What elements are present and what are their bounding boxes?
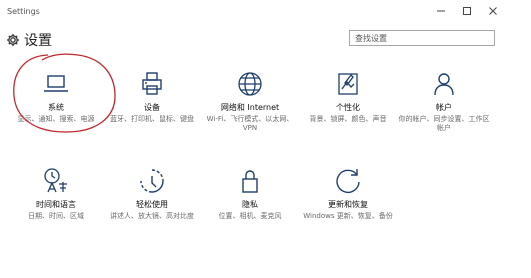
tile-ease-of-access-desc: 讲述人、放大镜、高对比度 — [110, 212, 194, 220]
globe-icon — [238, 72, 262, 96]
tile-network[interactable]: 网络和 Internet Wi-Fi、飞行模式、以太网、VPN — [198, 69, 302, 133]
tile-privacy-desc: 位置、相机、麦克风 — [218, 212, 282, 220]
tile-update-recovery[interactable]: 更新和恢复 Windows 更新、恢复、备份 — [296, 166, 400, 221]
tile-devices-desc: 蓝牙、打印机、鼠标、键盘 — [110, 115, 194, 123]
close-button[interactable] — [482, 3, 504, 19]
gear-icon — [7, 34, 19, 46]
search-input[interactable]: 查找设置 — [349, 30, 495, 46]
tile-time-language[interactable]: 时间和语言 日期、时间、区域 — [4, 166, 108, 221]
tile-accounts-label: 帐户 — [436, 103, 452, 112]
time-language-icon — [44, 168, 67, 193]
maximize-button[interactable] — [456, 3, 478, 19]
tile-system-desc: 显示、通知、搜索、电源 — [17, 115, 95, 123]
tile-personalization-desc: 背景、锁屏、颜色、声音 — [309, 115, 387, 123]
paint-icon — [338, 73, 358, 95]
printer-icon — [142, 72, 162, 95]
minimize-icon — [437, 10, 445, 12]
window-title: Settings — [7, 7, 40, 16]
laptop-icon — [44, 75, 68, 92]
minimize-button[interactable] — [430, 3, 452, 19]
tile-time-language-desc: 日期、时间、区域 — [28, 212, 84, 220]
close-icon — [489, 7, 497, 15]
tile-system-label: 系统 — [48, 103, 64, 112]
tile-ease-of-access-label: 轻松使用 — [136, 200, 168, 209]
tile-network-desc: Wi-Fi、飞行模式、以太网、VPN — [206, 115, 294, 132]
page-title: 设置 — [24, 33, 52, 49]
tile-update-recovery-label: 更新和恢复 — [328, 200, 368, 209]
tile-update-recovery-desc: Windows 更新、恢复、备份 — [303, 212, 393, 220]
tile-privacy[interactable]: 隐私 位置、相机、麦克风 — [198, 166, 302, 221]
tile-personalization-label: 个性化 — [336, 103, 360, 112]
ease-of-access-icon — [140, 169, 164, 193]
title-bar: Settings — [0, 0, 531, 26]
refresh-icon — [336, 169, 360, 194]
tile-ease-of-access[interactable]: 轻松使用 讲述人、放大镜、高对比度 — [100, 166, 204, 221]
tile-devices[interactable]: 设备 蓝牙、打印机、鼠标、键盘 — [100, 69, 204, 124]
person-icon — [434, 73, 454, 96]
tile-accounts-desc: 你的帐户、同步设置、工作区帐户 — [398, 115, 490, 132]
tile-accounts[interactable]: 帐户 你的帐户、同步设置、工作区帐户 — [392, 69, 496, 133]
tile-network-label: 网络和 Internet — [220, 103, 280, 112]
tile-privacy-label: 隐私 — [242, 200, 258, 209]
lock-icon — [242, 170, 258, 193]
maximize-icon — [463, 7, 471, 15]
tile-personalization[interactable]: 个性化 背景、锁屏、颜色、声音 — [296, 69, 400, 124]
tile-devices-label: 设备 — [144, 103, 160, 112]
search-placeholder: 查找设置 — [355, 34, 387, 43]
tile-time-language-label: 时间和语言 — [36, 200, 76, 209]
tile-system[interactable]: 系统 显示、通知、搜索、电源 — [4, 69, 108, 124]
